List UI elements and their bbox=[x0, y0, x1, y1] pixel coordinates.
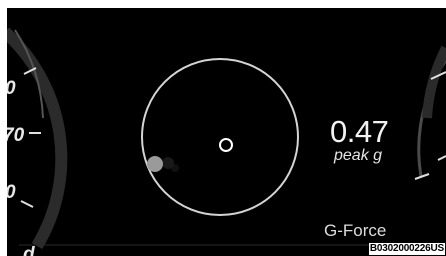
center-marker bbox=[219, 138, 233, 152]
left-gauge-label: 70 bbox=[7, 125, 25, 146]
right-gauge bbox=[414, 45, 446, 180]
left-gauge: 0 70 0 d bbox=[7, 27, 68, 256]
peak-g-value: 0.47 bbox=[330, 114, 389, 149]
image-frame: 0 70 0 d 0. bbox=[0, 0, 446, 256]
g-trail-marker bbox=[171, 164, 179, 172]
left-gauge-label: 0 bbox=[7, 78, 16, 99]
left-gauge-label: 0 bbox=[7, 182, 16, 203]
g-force-ring bbox=[141, 58, 299, 216]
current-g-marker bbox=[147, 156, 163, 172]
image-code: B0302000226US bbox=[368, 243, 445, 255]
right-gauge-outer-arc bbox=[422, 45, 446, 119]
right-gauge-tick bbox=[437, 155, 446, 161]
peak-g-label: peak g bbox=[334, 147, 383, 164]
g-force-display: 0 70 0 d 0. bbox=[7, 8, 446, 256]
peak-g-readout: 0.47 peak g bbox=[330, 116, 410, 165]
left-gauge-tick bbox=[20, 200, 34, 208]
left-gauge-label: d bbox=[23, 244, 35, 256]
screen-title: G-Force bbox=[324, 221, 387, 240]
